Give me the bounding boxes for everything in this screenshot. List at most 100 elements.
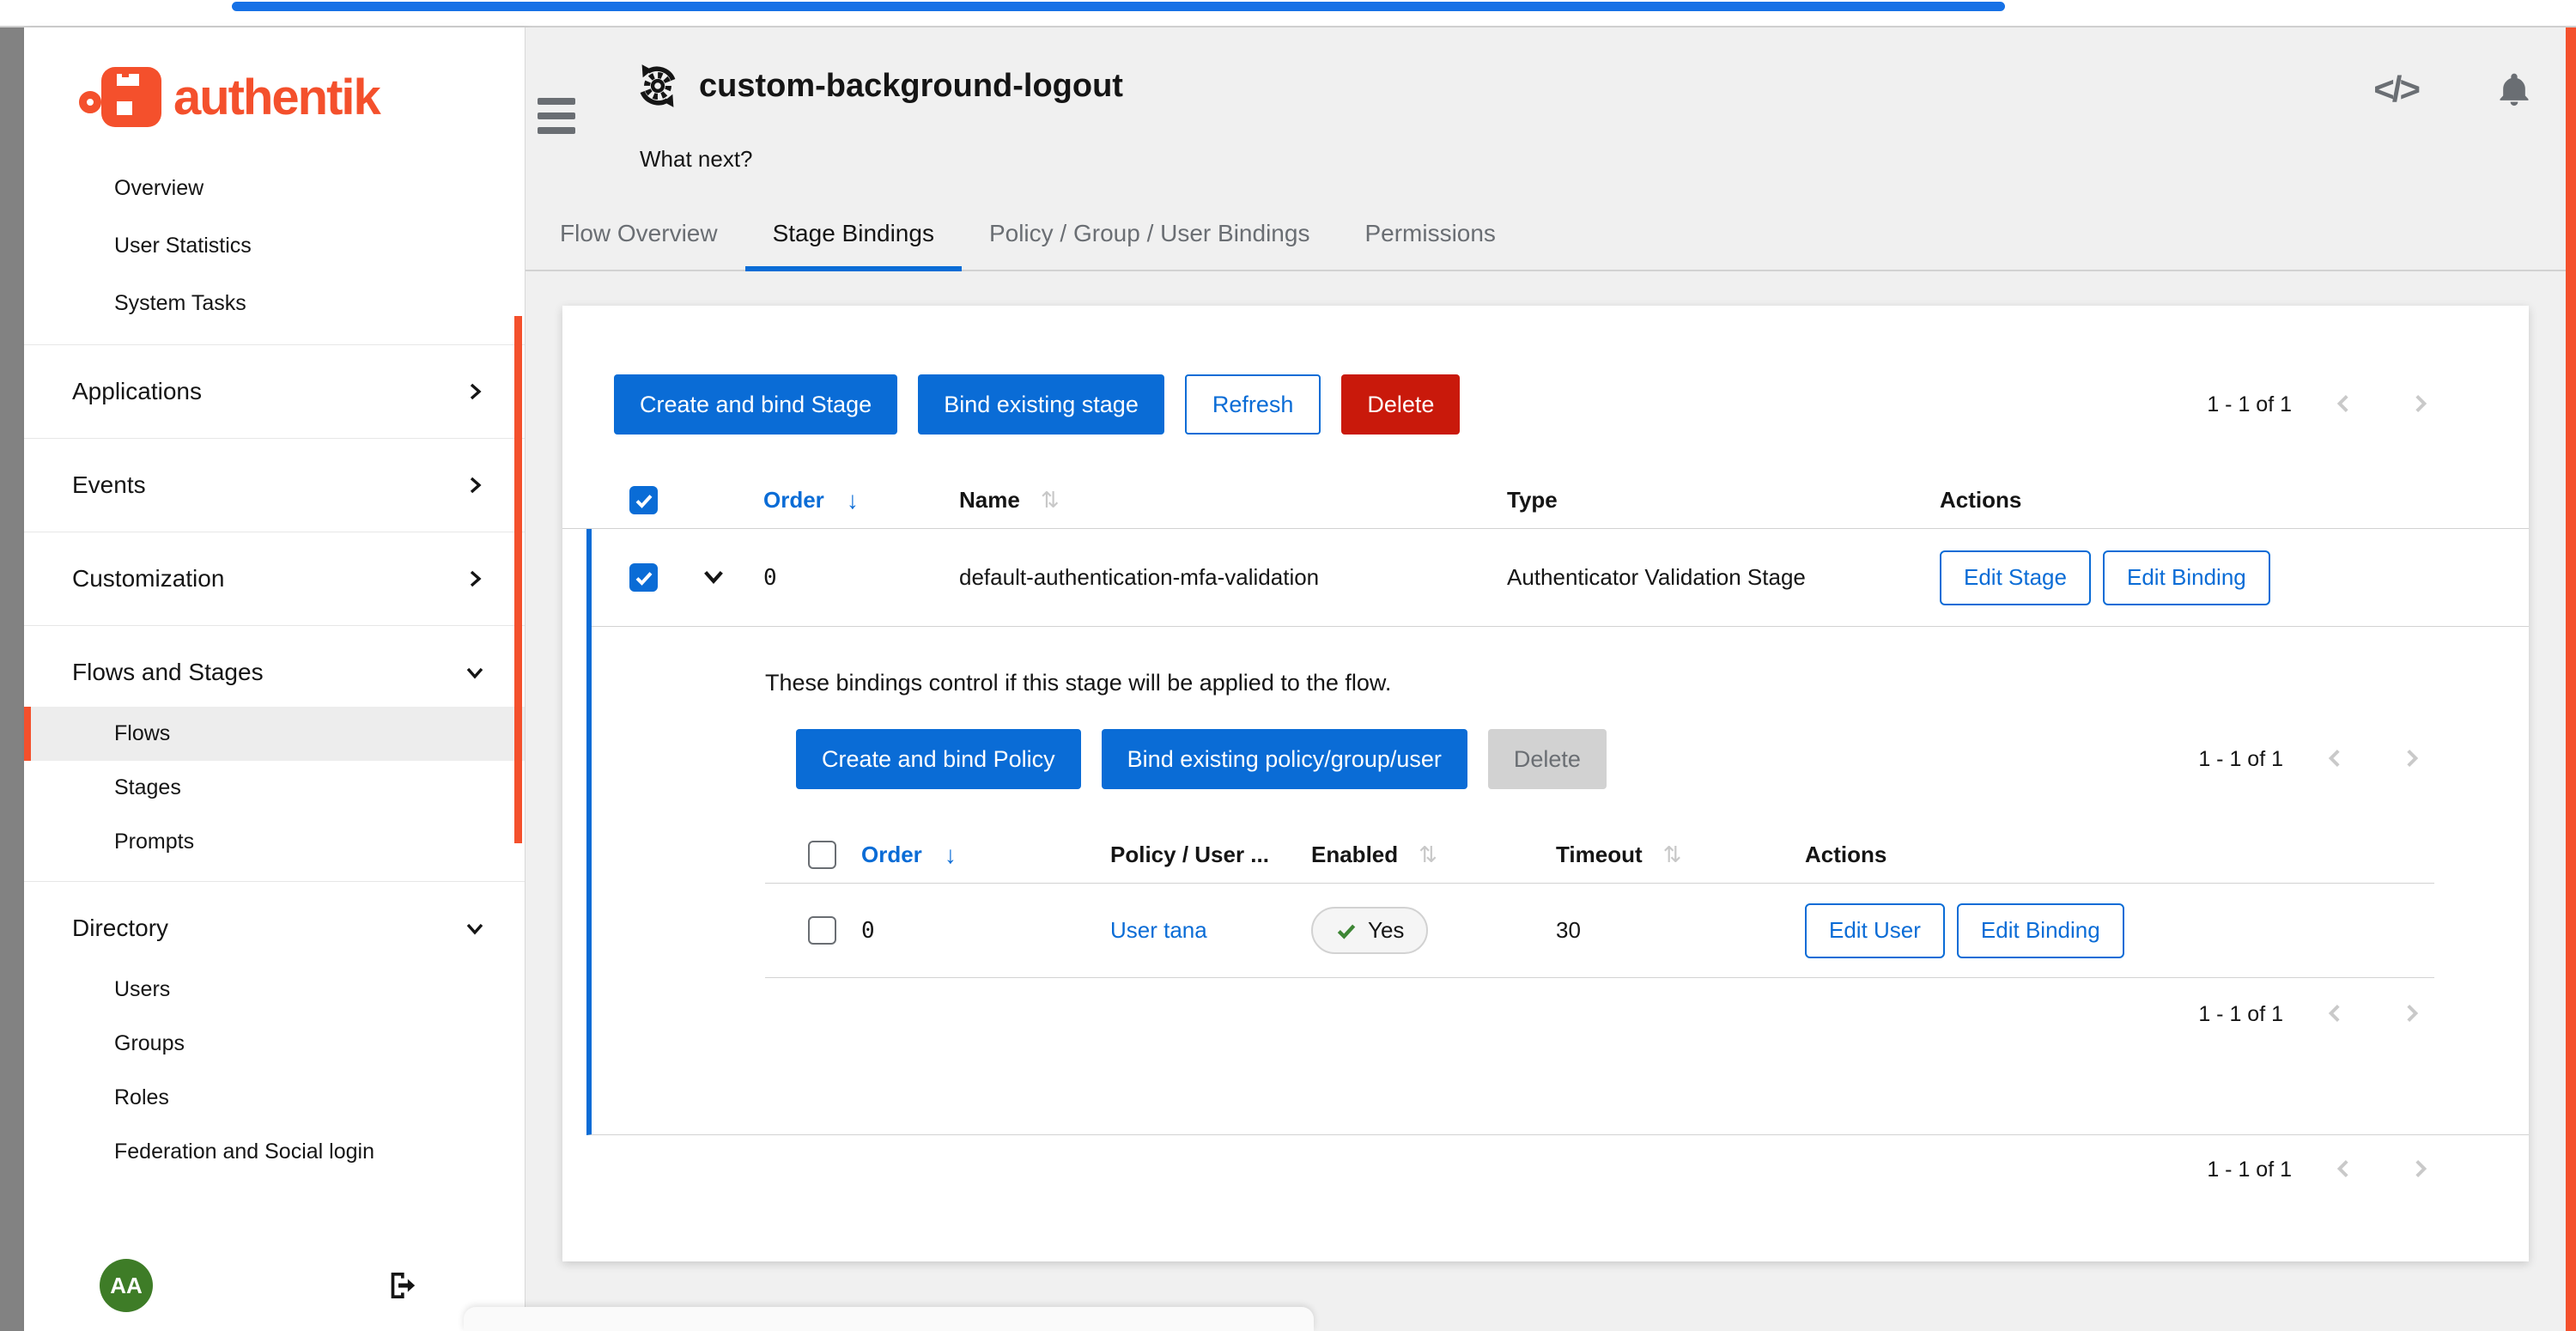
pagination-label: 1 - 1 of 1	[2198, 747, 2283, 772]
binding-pagination-top: 1 - 1 of 1	[2198, 747, 2434, 772]
sidebar-item-groups[interactable]: Groups	[24, 1017, 525, 1071]
refresh-button[interactable]: Refresh	[1185, 374, 1321, 435]
delete-binding-button[interactable]: Delete	[1488, 729, 1607, 789]
column-header-name[interactable]: Name⇅	[959, 487, 1507, 514]
avatar[interactable]: AA	[100, 1259, 153, 1312]
edit-user-button[interactable]: Edit User	[1805, 903, 1945, 958]
tab-permissions[interactable]: Permissions	[1337, 199, 1522, 270]
sidebar-item-federation-social-login[interactable]: Federation and Social login	[24, 1125, 525, 1179]
policy-user-link[interactable]: User tana	[1110, 917, 1207, 943]
sidebar-item-prompts[interactable]: Prompts	[24, 815, 525, 869]
sidebar-group-events[interactable]: Events	[24, 451, 525, 520]
logout-icon[interactable]	[386, 1268, 420, 1303]
pagination-label: 1 - 1 of 1	[2198, 1002, 2283, 1027]
api-code-icon[interactable]: </>	[2373, 69, 2418, 110]
bindings-description: These bindings control if this stage wil…	[765, 670, 2434, 696]
create-and-bind-policy-button[interactable]: Create and bind Policy	[796, 729, 1081, 789]
pagination-next-button[interactable]	[2388, 1002, 2434, 1027]
select-all-checkbox[interactable]	[629, 486, 658, 514]
flow-icon	[635, 64, 680, 108]
sort-idle-icon: ⇅	[1041, 487, 1060, 514]
chevron-right-icon	[465, 381, 485, 402]
column-header-policy-user[interactable]: Policy / User ...	[1110, 842, 1311, 868]
top-accent-bar	[232, 2, 2005, 11]
row-checkbox[interactable]	[808, 916, 836, 945]
hamburger-menu-icon[interactable]	[538, 98, 575, 134]
sidebar: authentik Overview User Statistics Syste…	[24, 27, 526, 1331]
row-expand-chevron-icon[interactable]	[696, 559, 731, 596]
expanded-stage-section: 0 default-authentication-mfa-validation …	[586, 529, 2529, 1135]
pagination-label: 1 - 1 of 1	[2207, 1158, 2292, 1182]
select-all-checkbox[interactable]	[808, 841, 836, 869]
binding-row-order: 0	[861, 918, 1110, 944]
chevron-right-icon	[465, 568, 485, 589]
edit-binding-button[interactable]: Edit Binding	[2103, 550, 2270, 605]
bell-icon[interactable]	[2495, 70, 2533, 108]
column-header-enabled[interactable]: Enabled⇅	[1311, 842, 1556, 868]
page-title: custom-background-logout	[699, 68, 1123, 105]
window-bottom-edge	[464, 1307, 1314, 1331]
stage-table-header: Order↓ Name⇅ Type Actions	[562, 472, 2529, 529]
sidebar-group-flows-and-stages[interactable]: Flows and Stages	[24, 638, 525, 707]
sort-idle-icon: ⇅	[1419, 842, 1437, 868]
sidebar-item-roles[interactable]: Roles	[24, 1071, 525, 1125]
sidebar-group-customization[interactable]: Customization	[24, 544, 525, 613]
tab-bar: Flow Overview Stage Bindings Policy / Gr…	[526, 199, 2576, 271]
column-header-timeout[interactable]: Timeout⇅	[1556, 842, 1805, 868]
sidebar-item-stages[interactable]: Stages	[24, 761, 525, 815]
sidebar-scrollbar[interactable]	[514, 316, 522, 843]
sidebar-divider	[24, 881, 525, 882]
sidebar-divider	[24, 438, 525, 439]
stage-pagination-top: 1 - 1 of 1	[2207, 392, 2443, 417]
stage-row-name: default-authentication-mfa-validation	[959, 564, 1507, 591]
stage-row-type: Authenticator Validation Stage	[1507, 564, 1940, 591]
pagination-next-button[interactable]	[2397, 392, 2443, 417]
pagination-next-button[interactable]	[2388, 747, 2434, 772]
sort-desc-icon: ↓	[847, 487, 859, 514]
left-gutter	[0, 27, 24, 1331]
authentik-logo: authentik	[79, 64, 525, 131]
binding-pagination-bottom: 1 - 1 of 1	[2198, 1002, 2434, 1027]
sidebar-group-directory[interactable]: Directory	[24, 894, 525, 963]
column-header-order[interactable]: Order↓	[861, 842, 1110, 869]
pagination-prev-button[interactable]	[2321, 1158, 2367, 1182]
sidebar-footer: AA	[24, 1259, 525, 1312]
sidebar-item-flows[interactable]: Flows	[24, 707, 525, 761]
stage-row: 0 default-authentication-mfa-validation …	[592, 529, 2529, 627]
create-and-bind-stage-button[interactable]: Create and bind Stage	[614, 374, 897, 435]
chevron-right-icon	[465, 475, 485, 495]
edit-stage-button[interactable]: Edit Stage	[1940, 550, 2091, 605]
sidebar-divider	[24, 344, 525, 345]
page-scrollbar[interactable]	[2566, 27, 2576, 1331]
column-header-order[interactable]: Order↓	[763, 487, 959, 514]
tab-stage-bindings[interactable]: Stage Bindings	[745, 199, 962, 270]
row-checkbox[interactable]	[629, 563, 658, 592]
sidebar-item-users[interactable]: Users	[24, 963, 525, 1017]
pagination-prev-button[interactable]	[2321, 392, 2367, 417]
sidebar-item-system-tasks[interactable]: System Tasks	[24, 275, 525, 332]
check-icon	[1335, 920, 1358, 942]
delete-button[interactable]: Delete	[1341, 374, 1460, 435]
column-header-type: Type	[1507, 487, 1940, 514]
binding-row-timeout: 30	[1556, 917, 1805, 944]
tab-content: Create and bind Stage Bind existing stag…	[526, 271, 2576, 1261]
sidebar-item-overview[interactable]: Overview	[24, 160, 525, 217]
bind-existing-policy-button[interactable]: Bind existing policy/group/user	[1102, 729, 1467, 789]
binding-row: 0 User tana Yes 30 Edit User Edit Bindin…	[765, 884, 2434, 978]
pagination-prev-button[interactable]	[2312, 747, 2359, 772]
tab-policy-group-user-bindings[interactable]: Policy / Group / User Bindings	[962, 199, 1338, 270]
chevron-down-icon	[465, 662, 485, 683]
sidebar-item-user-statistics[interactable]: User Statistics	[24, 217, 525, 275]
logo-wordmark: authentik	[173, 69, 380, 126]
sidebar-group-applications[interactable]: Applications	[24, 357, 525, 426]
column-header-actions: Actions	[1940, 487, 2529, 514]
bind-existing-stage-button[interactable]: Bind existing stage	[918, 374, 1164, 435]
edit-binding-button[interactable]: Edit Binding	[1957, 903, 2124, 958]
pagination-next-button[interactable]	[2397, 1158, 2443, 1182]
policy-bindings-panel: These bindings control if this stage wil…	[592, 627, 2529, 1134]
page-header: custom-background-logout What next? </>	[526, 27, 2576, 199]
window-top-strip	[0, 0, 2576, 26]
stage-row-order: 0	[763, 565, 959, 591]
tab-flow-overview[interactable]: Flow Overview	[532, 199, 745, 270]
pagination-prev-button[interactable]	[2312, 1002, 2359, 1027]
